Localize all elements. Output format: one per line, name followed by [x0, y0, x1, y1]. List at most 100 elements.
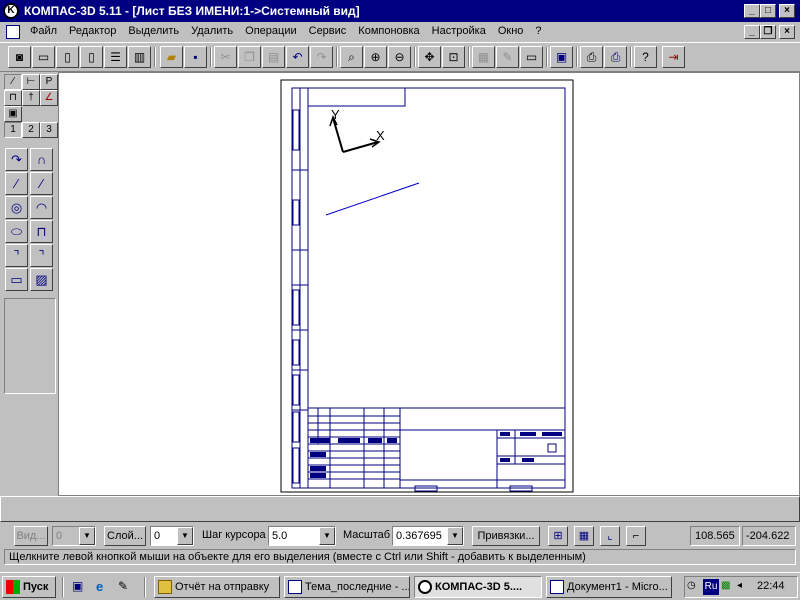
menu-help[interactable]: ? — [529, 25, 547, 37]
tab-1[interactable]: 1 — [4, 122, 22, 138]
desktop-icon[interactable]: ▣ — [72, 579, 88, 595]
arc-tool-icon[interactable]: ◠ — [30, 196, 53, 219]
grid-icon[interactable]: ▦ — [574, 526, 594, 546]
doc-minimize-button[interactable]: _ — [744, 25, 760, 39]
doc-close-button[interactable]: × — [779, 25, 795, 39]
calculator-icon[interactable]: ▣ — [550, 46, 573, 68]
cursor-step-select[interactable]: 5.0 ▼ — [268, 526, 336, 546]
layer-dropdown-icon[interactable]: ▼ — [177, 527, 193, 545]
menu-file[interactable]: Файл — [24, 25, 63, 37]
zoom-in-icon[interactable]: ⊕ — [364, 46, 387, 68]
view-select[interactable]: 0 ▼ — [52, 526, 96, 546]
chamfer-tool-icon[interactable]: ⌝ — [30, 244, 53, 267]
tray-network-icon[interactable]: ▩ — [721, 580, 735, 594]
exit-icon[interactable]: ⇥ — [662, 46, 685, 68]
layer-select[interactable]: 0 ▼ — [150, 526, 194, 546]
doc-restore-button[interactable]: ❐ — [760, 25, 776, 39]
new-text-icon[interactable]: ☰ — [104, 46, 127, 68]
open-icon[interactable]: ▰ — [160, 46, 183, 68]
ortho-mode-icon[interactable]: ⌐ — [626, 526, 646, 546]
start-button[interactable]: Пуск — [2, 576, 56, 598]
menu-select[interactable]: Выделить — [122, 25, 185, 37]
snaps-button[interactable]: Привязки... — [472, 526, 540, 546]
internet-explorer-icon[interactable]: e — [96, 579, 112, 595]
hatch-tool-icon[interactable]: ▨ — [30, 268, 53, 291]
window-icon[interactable]: ▭ — [520, 46, 543, 68]
pencil-icon[interactable]: ✎ — [496, 46, 519, 68]
menu-service[interactable]: Сервис — [303, 25, 353, 37]
pan-icon[interactable]: ✥ — [418, 46, 441, 68]
layer-button[interactable]: Слой... — [104, 526, 146, 546]
view-button[interactable]: Вид... — [14, 526, 48, 546]
params-tab-icon[interactable]: † — [22, 90, 40, 106]
auxline-tool-icon[interactable]: ∕ — [5, 172, 28, 195]
polyline-tool-icon[interactable]: ⊓ — [30, 220, 53, 243]
task-kompas[interactable]: КОМПАС-3D 5.... — [414, 576, 542, 598]
designations-tab-icon[interactable]: P — [40, 74, 58, 90]
maximize-button[interactable]: □ — [760, 4, 776, 18]
scale-select[interactable]: 0.367695 ▼ — [392, 526, 464, 546]
cursor-step-dropdown-icon[interactable]: ▼ — [319, 527, 335, 545]
segment-tool-icon[interactable]: ⁄ — [30, 172, 53, 195]
edit-tab-icon[interactable]: ⊓ — [4, 90, 22, 106]
language-indicator[interactable]: Ru — [703, 579, 719, 595]
show-all-icon[interactable]: ⊡ — [442, 46, 465, 68]
copy-icon[interactable]: ❐ — [238, 46, 261, 68]
new-fragment-icon[interactable]: ▯ — [56, 46, 79, 68]
menu-layout[interactable]: Компоновка — [352, 25, 425, 37]
ortho-grid-icon[interactable]: ⊞ — [548, 526, 568, 546]
dimensions-tab-icon[interactable]: ⊢ — [22, 74, 40, 90]
local-cs-icon[interactable]: ⌞ — [600, 526, 620, 546]
task-word-doc2[interactable]: Документ1 - Micro... — [546, 576, 672, 598]
undo-icon[interactable]: ↶ — [286, 46, 309, 68]
menu-editor[interactable]: Редактор — [63, 25, 122, 37]
tray-volume-icon[interactable]: ◂ — [737, 580, 751, 594]
ellipse-tool-icon[interactable]: ⬭ — [5, 220, 28, 243]
tab-3[interactable]: 3 — [40, 122, 58, 138]
view-dropdown-icon[interactable]: ▼ — [79, 527, 95, 545]
redo-icon[interactable]: ↷ — [310, 46, 333, 68]
word-icon — [550, 580, 564, 594]
menu-settings[interactable]: Настройка — [426, 25, 492, 37]
select-tab-icon[interactable]: ▣ — [4, 106, 22, 122]
task-word-doc1[interactable]: Тема_последние - ... — [284, 576, 410, 598]
window-titlebar[interactable]: K КОМПАС-3D 5.11 - [Лист БЕЗ ИМЕНИ:1->Си… — [0, 0, 800, 22]
geometry-tab-icon[interactable]: ⁄ — [4, 74, 22, 90]
tray-scheduler-icon[interactable]: ◷ — [687, 580, 701, 594]
document-icon[interactable] — [6, 25, 20, 39]
spec-icon[interactable]: ▥ — [128, 46, 151, 68]
new-sheet-icon[interactable]: ▭ — [32, 46, 55, 68]
menu-operations[interactable]: Операции — [239, 25, 302, 37]
spline-tool-icon[interactable]: ∩ — [30, 148, 53, 171]
zoom-window-icon[interactable]: ⌕ — [340, 46, 363, 68]
minimize-button[interactable]: _ — [744, 4, 760, 18]
word-icon — [288, 580, 302, 594]
measure-tab-icon[interactable]: ∠ — [40, 90, 58, 106]
print-preview-icon[interactable]: ⎙ — [580, 46, 603, 68]
grid-icon[interactable]: ▦ — [472, 46, 495, 68]
cut-icon[interactable]: ✂ — [214, 46, 237, 68]
menu-window[interactable]: Окно — [492, 25, 530, 37]
clock[interactable]: 22:44 — [757, 580, 785, 592]
fillet-tool-icon[interactable]: ⌝ — [5, 244, 28, 267]
close-button[interactable]: × — [779, 4, 795, 18]
drawing-sheet-svg[interactable]: Y X — [58, 72, 800, 496]
zoom-out-icon[interactable]: ⊖ — [388, 46, 411, 68]
point-tool-icon[interactable]: ↷ — [5, 148, 28, 171]
print-icon[interactable]: ⎙ — [604, 46, 627, 68]
drawing-area[interactable]: Y X — [58, 72, 800, 496]
menu-delete[interactable]: Удалить — [185, 25, 239, 37]
task-folder[interactable]: Отчёт на отправку — [154, 576, 280, 598]
help-pointer-icon[interactable]: ? — [634, 46, 657, 68]
menu-bar: Файл Редактор Выделить Удалить Операции … — [0, 22, 800, 42]
new-document-icon[interactable]: ▯ — [80, 46, 103, 68]
paste-icon[interactable]: ▤ — [262, 46, 285, 68]
rectangle-tool-icon[interactable]: ▭ — [5, 268, 28, 291]
scale-dropdown-icon[interactable]: ▼ — [447, 527, 463, 545]
save-icon[interactable]: ▪ — [184, 46, 207, 68]
circle-tool-icon[interactable]: ◎ — [5, 196, 28, 219]
kompas-app-icon[interactable]: K — [3, 3, 19, 19]
channels-icon[interactable]: ✎ — [118, 579, 134, 595]
tab-2[interactable]: 2 — [22, 122, 40, 138]
camera-icon[interactable]: ◙ — [8, 46, 31, 68]
